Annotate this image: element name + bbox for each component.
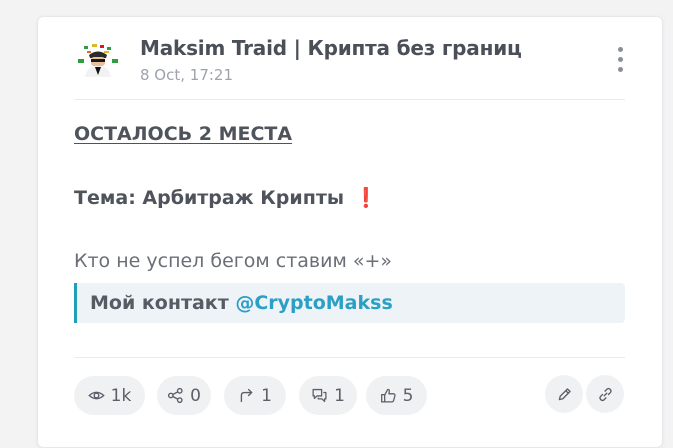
likes-count: 5	[402, 385, 414, 406]
views-stat[interactable]: 1k	[74, 376, 145, 415]
eye-icon	[87, 391, 105, 400]
channel-avatar[interactable]	[75, 37, 121, 83]
pencil-icon	[558, 387, 571, 400]
footer-divider	[74, 357, 625, 358]
post-date: 8 Oct, 17:21	[140, 66, 234, 84]
contact-quote: Мой контакт @CryptoMakss	[74, 283, 625, 323]
forwards-stat[interactable]: 1	[224, 376, 286, 415]
share-icon	[168, 387, 183, 404]
likes-stat[interactable]: 5	[366, 376, 427, 415]
comments-icon	[312, 388, 327, 403]
post-call-to-action: Кто не успел бегом ставим «+»	[74, 250, 392, 272]
more-vertical-icon[interactable]	[613, 45, 629, 75]
post-topic: Тема: Арбитраж Крипты ❗	[74, 186, 378, 209]
thumbs-up-icon	[380, 388, 396, 403]
shares-count: 0	[190, 385, 201, 406]
copy-link-button[interactable]	[586, 375, 624, 413]
channel-name[interactable]: Maksim Traid | Крипта без границ	[140, 36, 522, 60]
forward-arrow-icon	[240, 388, 253, 403]
post-card: Maksim Traid | Крипта без границ 8 Oct, …	[37, 16, 663, 448]
comments-count: 1	[334, 385, 345, 406]
post-headline: ОСТАЛОСЬ 2 МЕСТА	[74, 123, 293, 145]
header-divider	[74, 99, 625, 100]
topic-text: Тема: Арбитраж Крипты	[74, 187, 345, 209]
forwards-count: 1	[261, 385, 272, 406]
contact-handle-link[interactable]: @CryptoMakss	[235, 292, 392, 314]
views-count: 1k	[110, 385, 132, 406]
shares-stat[interactable]: 0	[157, 376, 211, 415]
contact-label: Мой контакт	[90, 292, 229, 314]
comments-stat[interactable]: 1	[299, 376, 357, 415]
link-icon	[598, 387, 612, 401]
exclamation-icon: ❗	[354, 187, 378, 209]
edit-button[interactable]	[545, 375, 583, 413]
